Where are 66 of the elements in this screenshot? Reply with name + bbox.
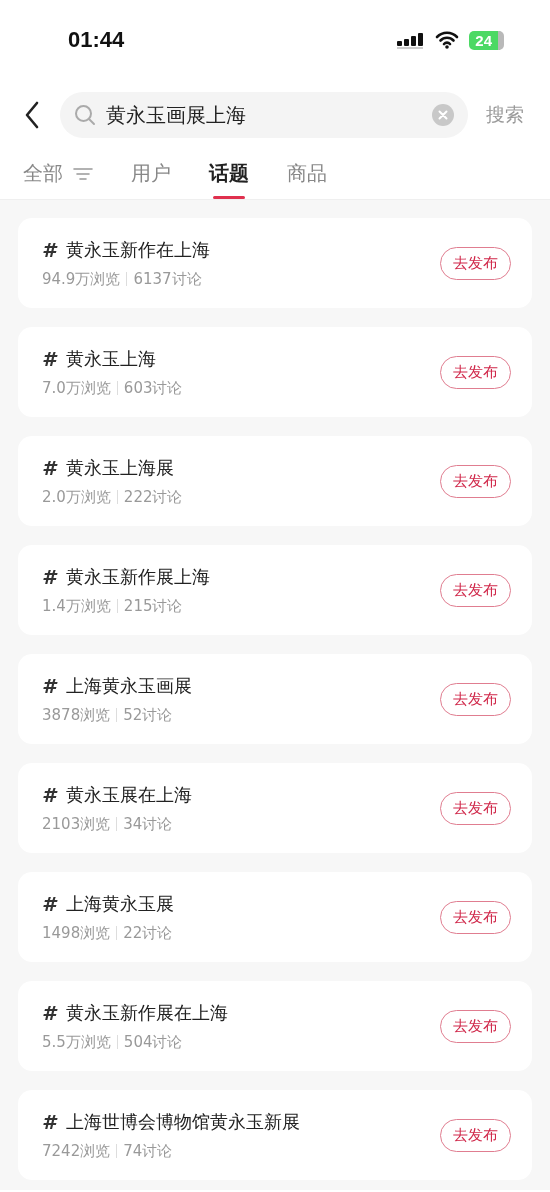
topic-title: 黄永玉新作在上海 [65, 237, 210, 262]
post-button[interactable]: 去发布 [440, 1009, 511, 1043]
topic-card[interactable]: # 黄永玉新作在上海 94.9万浏览 6137讨论 去发布 [18, 218, 532, 308]
view-count: 94.9万浏览 [42, 269, 121, 289]
post-button[interactable]: 去发布 [440, 246, 511, 280]
topic-card[interactable]: # 黄永玉上海 7.0万浏览 603讨论 去发布 [18, 327, 532, 417]
tab[interactable]: 话题 [209, 160, 249, 199]
discussion-count: 215讨论 [123, 596, 183, 616]
topic-card[interactable]: # 黄永玉上海展 2.0万浏览 222讨论 去发布 [18, 436, 532, 526]
battery-level: 24 [469, 30, 504, 50]
view-count: 3878浏览 [42, 705, 111, 725]
back-icon[interactable] [24, 101, 40, 129]
search-icon [74, 104, 96, 126]
hash-icon: # [42, 346, 56, 371]
hash-icon: # [42, 455, 56, 480]
hash-icon: # [42, 564, 56, 589]
view-count: 2103浏览 [42, 814, 111, 834]
hash-icon: # [42, 891, 56, 916]
view-count: 5.5万浏览 [42, 1032, 111, 1052]
topic-title: 上海世博会博物馆黄永玉新展 [65, 1109, 300, 1134]
topic-title: 黄永玉上海 [65, 346, 156, 371]
hash-icon: # [42, 1109, 56, 1134]
post-button[interactable]: 去发布 [440, 355, 511, 389]
hash-icon: # [42, 237, 56, 262]
tab[interactable]: 用户 [131, 160, 171, 199]
topic-title: 黄永玉上海展 [65, 455, 174, 480]
discussion-count: 22讨论 [123, 923, 173, 943]
view-count: 7.0万浏览 [42, 378, 111, 398]
topic-card[interactable]: # 上海世博会博物馆黄永玉新展 7242浏览 74讨论 去发布 [18, 1090, 532, 1180]
view-count: 1.4万浏览 [42, 596, 111, 616]
discussion-count: 52讨论 [123, 705, 173, 725]
signal-icon [397, 31, 426, 49]
hash-icon: # [42, 1000, 56, 1025]
post-button[interactable]: 去发布 [440, 791, 511, 825]
topic-title: 黄永玉新作展上海 [65, 564, 210, 589]
topic-card[interactable]: # 上海黄永玉展 1498浏览 22讨论 去发布 [18, 872, 532, 962]
post-button[interactable]: 去发布 [440, 900, 511, 934]
post-button[interactable]: 去发布 [440, 573, 511, 607]
topic-card[interactable]: # 上海黄永玉画展 3878浏览 52讨论 去发布 [18, 654, 532, 744]
discussion-count: 222讨论 [123, 487, 183, 507]
wifi-icon [435, 31, 460, 49]
discussion-count: 6137讨论 [133, 269, 202, 289]
topic-title: 上海黄永玉展 [65, 891, 174, 916]
search-field[interactable]: 黄永玉画展上海 [60, 92, 468, 138]
post-button[interactable]: 去发布 [440, 1118, 511, 1152]
search-link[interactable]: 搜索 [486, 102, 524, 128]
topic-title: 黄永玉新作展在上海 [65, 1000, 228, 1025]
tab[interactable]: 商品 [287, 160, 327, 199]
discussion-count: 603讨论 [123, 378, 183, 398]
discussion-count: 504讨论 [123, 1032, 183, 1052]
post-button[interactable]: 去发布 [440, 682, 511, 716]
topic-card[interactable]: # 黄永玉新作展上海 1.4万浏览 215讨论 去发布 [18, 545, 532, 635]
view-count: 2.0万浏览 [42, 487, 111, 507]
topic-card[interactable]: # 黄永玉展在上海 2103浏览 34讨论 去发布 [18, 763, 532, 853]
view-count: 1498浏览 [42, 923, 111, 943]
topic-card[interactable]: # 黄永玉新作展在上海 5.5万浏览 504讨论 去发布 [18, 981, 532, 1071]
topic-title: 黄永玉展在上海 [65, 782, 192, 807]
topic-title: 上海黄永玉画展 [65, 673, 192, 698]
discussion-count: 34讨论 [123, 814, 173, 834]
post-button[interactable]: 去发布 [440, 464, 511, 498]
hash-icon: # [42, 673, 56, 698]
status-time: 01:44 [68, 27, 125, 53]
hash-icon: # [42, 782, 56, 807]
tab[interactable]: 全部 [23, 160, 93, 199]
discussion-count: 74讨论 [123, 1141, 173, 1161]
view-count: 7242浏览 [42, 1141, 111, 1161]
